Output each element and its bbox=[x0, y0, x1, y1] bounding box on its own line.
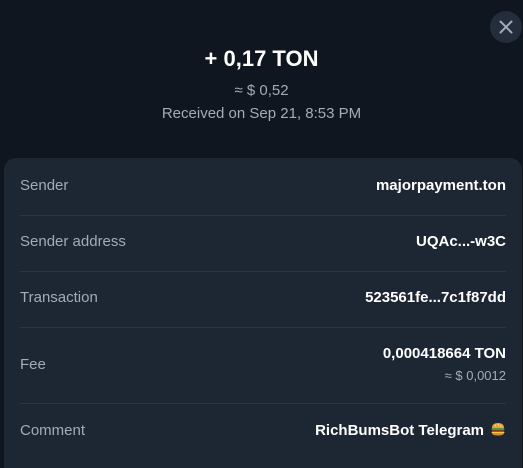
sender-address-label: Sender address bbox=[20, 233, 126, 250]
comment-value-wrapper: RichBumsBot Telegram bbox=[315, 421, 506, 443]
amount-fiat-value: ≈ $ 0,52 bbox=[234, 82, 289, 99]
detail-row-sender: Sender majorpayment.ton bbox=[20, 158, 506, 216]
fee-value: 0,000418664 TON bbox=[382, 345, 506, 362]
close-button[interactable] bbox=[490, 11, 522, 43]
comment-label: Comment bbox=[20, 422, 86, 439]
sender-value[interactable]: majorpayment.ton bbox=[376, 176, 506, 196]
comment-value: RichBumsBot Telegram bbox=[315, 422, 484, 439]
transaction-label: Transaction bbox=[20, 289, 98, 306]
detail-row-fee: Fee 0,000418664 TON ≈ $ 0,0012 bbox=[20, 327, 506, 404]
sender-address-value[interactable]: UQAc...-w3C bbox=[416, 232, 506, 252]
received-timestamp: Received on Sep 21, 8:53 PM bbox=[161, 105, 362, 122]
detail-row-transaction: Transaction 523561fe...7c1f87dd bbox=[20, 271, 506, 328]
detail-row-sender-address: Sender address UQAc...-w3C bbox=[20, 215, 506, 272]
close-icon bbox=[499, 20, 513, 34]
burger-emoji-icon bbox=[490, 421, 506, 443]
fee-label: Fee bbox=[20, 356, 46, 373]
detail-row-comment: Comment RichBumsBot Telegram bbox=[20, 403, 506, 459]
transaction-details-panel: Sender majorpayment.ton Sender address U… bbox=[4, 158, 522, 468]
sender-label: Sender bbox=[20, 177, 69, 194]
transaction-hash-value[interactable]: 523561fe...7c1f87dd bbox=[365, 288, 506, 308]
fee-fiat-value: ≈ $ 0,0012 bbox=[444, 368, 506, 383]
transaction-amount: + 0,17 TON bbox=[204, 46, 319, 71]
